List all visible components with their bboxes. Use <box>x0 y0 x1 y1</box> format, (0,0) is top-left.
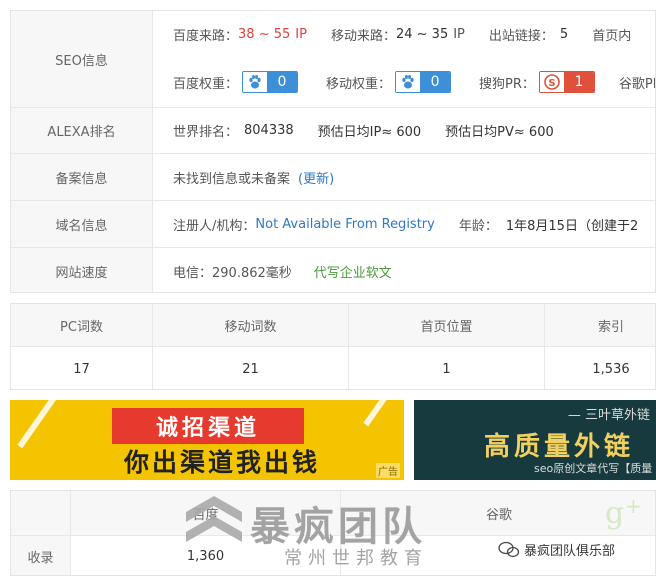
svg-text:S: S <box>548 78 555 89</box>
est-daily-pv: 预估日均PV≈ 600 <box>445 124 554 140</box>
ad-text-link[interactable]: 代写企业软文 <box>314 262 392 281</box>
sogou-s-icon: S <box>539 72 564 92</box>
alexa-content: 世界排名： 804338 预估日均IP≈ 600 预估日均PV≈ 600 <box>153 108 655 153</box>
speed-label: 网站速度 <box>11 248 153 292</box>
baidu-traffic-label: 百度来路： <box>173 28 239 44</box>
stats-value-homepage: 1 <box>349 347 545 389</box>
alexa-row: ALEXA排名 世界排名： 804338 预估日均IP≈ 600 预估日均PV≈… <box>11 107 655 153</box>
mobile-traffic-label: 移动来路： <box>330 28 396 44</box>
domain-content: 注册人/机构： Not Available From Registry 年龄： … <box>153 201 655 247</box>
icp-label: 备案信息 <box>11 154 153 200</box>
ad-backlinks-sub: seo原创文章代写【质量 <box>534 462 653 475</box>
mobile-traffic-value: 24 ~ 35 <box>395 26 449 42</box>
registrant-label: 注册人/机构： <box>173 218 256 234</box>
ad-banner-recruit[interactable]: 诚招渠道 你出渠道我出钱 广告 <box>10 400 404 480</box>
seo-info-label: SEO信息 <box>11 11 153 107</box>
mobile-weight-badge[interactable]: 0 <box>395 71 452 93</box>
mobile-weight-value: 0 <box>420 72 451 92</box>
seo-info-content: 百度来路： 38 ~ 55 IP 移动来路： 24 ~ 35 IP 出站链接： … <box>153 11 655 107</box>
age-value: 1年8月15日（创建于2 <box>505 218 639 234</box>
icp-update-link[interactable]: (更新) <box>298 168 334 187</box>
speed-content: 电信：290.862毫秒 代写企业软文 <box>153 248 655 292</box>
telecom-speed: 电信：290.862毫秒 <box>173 265 292 281</box>
mobile-weight-label: 移动权重： <box>326 76 392 92</box>
speed-row: 网站速度 电信：290.862毫秒 代写企业软文 <box>11 247 655 292</box>
watermark-wechat-text: 暴疯团队俱乐部 <box>524 544 616 559</box>
stats-header-mobile: 移动词数 <box>153 304 349 347</box>
google-pr-label: 谷歌PR <box>618 76 655 92</box>
baidu-paw-icon <box>243 72 268 92</box>
stats-value-index[interactable]: 1,536 <box>545 347 655 389</box>
ad-banner-backlinks[interactable]: — 三叶草外链 高质量外链 seo原创文章代写【质量 <box>414 400 656 480</box>
svg-text:+: + <box>625 495 642 518</box>
domain-label: 域名信息 <box>11 201 153 247</box>
est-daily-ip: 预估日均IP≈ 600 <box>317 124 422 140</box>
seo-info-row: SEO信息 百度来路： 38 ~ 55 IP 移动来路： 24 ~ 35 IP … <box>11 11 655 107</box>
icp-content: 未找到信息或未备案 (更新) <box>153 154 655 200</box>
stats-value-pc[interactable]: 17 <box>11 347 153 389</box>
sogou-pr-badge[interactable]: S 1 <box>538 71 595 93</box>
icp-text: 未找到信息或未备案 <box>173 171 291 187</box>
stats-header-homepage: 首页位置 <box>349 304 545 347</box>
watermark-sub: 常州世邦教育 <box>284 548 428 569</box>
ad-recruit-title: 诚招渠道 <box>112 408 304 444</box>
domain-row: 域名信息 注册人/机构： Not Available From Registry… <box>11 200 655 247</box>
index-row-label: 收录 <box>11 535 71 575</box>
ad-recruit-slogan: 你出渠道我出钱 <box>123 448 320 477</box>
alexa-label: ALEXA排名 <box>11 108 153 153</box>
keyword-stats-table: PC词数 移动词数 首页位置 索引 17 21 1 1,536 <box>10 303 656 390</box>
baidu-traffic-value: 38 ~ 55 <box>238 26 291 42</box>
watermark-logo-icon <box>182 492 246 566</box>
baidu-traffic-unit: IP <box>295 26 307 42</box>
homepage-label: 首页内 <box>592 28 632 44</box>
google-plus-icon: g + <box>601 494 649 535</box>
baidu-paw-icon <box>396 72 421 92</box>
world-rank-value: 804338 <box>244 122 294 138</box>
ad-tag: 广告 <box>376 463 400 478</box>
sogou-pr-label: 搜狗PR： <box>479 76 535 92</box>
registrant-value[interactable]: Not Available From Registry <box>255 217 434 232</box>
wechat-icon <box>498 541 520 557</box>
baidu-weight-label: 百度权重： <box>173 76 239 92</box>
baidu-weight-badge[interactable]: 0 <box>242 71 299 93</box>
svg-text:g: g <box>605 496 624 531</box>
age-label: 年龄： <box>458 218 498 234</box>
icp-row: 备案信息 未找到信息或未备案 (更新) <box>11 153 655 200</box>
watermark-wechat: 暴疯团队俱乐部 <box>498 540 615 559</box>
stats-header-index: 索引 <box>545 304 655 347</box>
ad-backlinks-title: 高质量外链 <box>484 432 635 462</box>
world-rank-label: 世界排名： <box>173 124 239 140</box>
outlinks-label: 出站链接： <box>488 28 554 44</box>
sogou-pr-value: 1 <box>563 72 594 92</box>
mobile-traffic-unit: IP <box>453 26 465 42</box>
stats-header-pc: PC词数 <box>11 304 153 347</box>
stats-value-mobile[interactable]: 21 <box>153 347 349 389</box>
baidu-weight-value: 0 <box>267 72 298 92</box>
outlinks-value[interactable]: 5 <box>560 27 568 42</box>
site-info-panel: SEO信息 百度来路： 38 ~ 55 IP 移动来路： 24 ~ 35 IP … <box>10 10 656 293</box>
ad-backlinks-brand: — 三叶草外链 <box>567 408 650 423</box>
